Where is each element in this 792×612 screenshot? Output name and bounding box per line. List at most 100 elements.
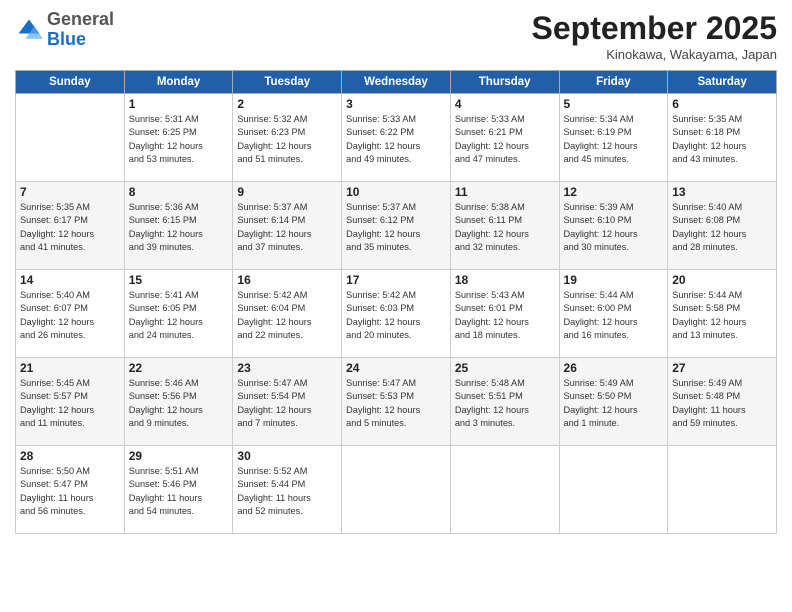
- cell-info: Sunrise: 5:42 AM Sunset: 6:03 PM Dayligh…: [346, 289, 446, 342]
- day-number: 7: [20, 185, 120, 199]
- cell-info: Sunrise: 5:41 AM Sunset: 6:05 PM Dayligh…: [129, 289, 229, 342]
- weekday-header-wednesday: Wednesday: [342, 71, 451, 94]
- cell-info: Sunrise: 5:40 AM Sunset: 6:07 PM Dayligh…: [20, 289, 120, 342]
- weekday-header-tuesday: Tuesday: [233, 71, 342, 94]
- day-number: 25: [455, 361, 555, 375]
- calendar-cell: 2Sunrise: 5:32 AM Sunset: 6:23 PM Daylig…: [233, 94, 342, 182]
- day-number: 28: [20, 449, 120, 463]
- calendar-cell: 19Sunrise: 5:44 AM Sunset: 6:00 PM Dayli…: [559, 270, 668, 358]
- day-number: 10: [346, 185, 446, 199]
- cell-info: Sunrise: 5:33 AM Sunset: 6:21 PM Dayligh…: [455, 113, 555, 166]
- calendar-cell: 13 Sunrise: 5:40 AM Sunset: 6:08 PM Dayli…: [668, 182, 777, 270]
- calendar-cell: 11Sunrise: 5:38 AM Sunset: 6:11 PM Dayli…: [450, 182, 559, 270]
- logo-general-text: General: [47, 9, 114, 29]
- calendar-week-5: 28 Sunrise: 5:50 AM Sunset: 5:47 PM Dayli…: [16, 446, 777, 534]
- weekday-header-saturday: Saturday: [668, 71, 777, 94]
- day-number: 19: [564, 273, 664, 287]
- calendar-cell: 10 Sunrise: 5:37 AM Sunset: 6:12 PM Dayli…: [342, 182, 451, 270]
- cell-info: Sunrise: 5:47 AM Sunset: 5:53 PM Dayligh…: [346, 377, 446, 430]
- calendar-cell: 9 Sunrise: 5:37 AM Sunset: 6:14 PM Daylig…: [233, 182, 342, 270]
- cell-info: Sunrise: 5:45 AM Sunset: 5:57 PM Dayligh…: [20, 377, 120, 430]
- calendar-cell: 21Sunrise: 5:45 AM Sunset: 5:57 PM Dayli…: [16, 358, 125, 446]
- day-number: 13: [672, 185, 772, 199]
- cell-info: Sunrise: 5:48 AM Sunset: 5:51 PM Dayligh…: [455, 377, 555, 430]
- cell-info: Sunrise: 5:49 AM Sunset: 5:50 PM Dayligh…: [564, 377, 664, 430]
- weekday-header-friday: Friday: [559, 71, 668, 94]
- location: Kinokawa, Wakayama, Japan: [532, 47, 777, 62]
- calendar-cell: 4 Sunrise: 5:33 AM Sunset: 6:21 PM Daylig…: [450, 94, 559, 182]
- weekday-header-thursday: Thursday: [450, 71, 559, 94]
- cell-info: Sunrise: 5:44 AM Sunset: 5:58 PM Dayligh…: [672, 289, 772, 342]
- day-number: 20: [672, 273, 772, 287]
- day-number: 23: [237, 361, 337, 375]
- day-number: 6: [672, 97, 772, 111]
- day-number: 14: [20, 273, 120, 287]
- title-block: September 2025 Kinokawa, Wakayama, Japan: [532, 10, 777, 62]
- day-number: 18: [455, 273, 555, 287]
- calendar-cell: 24 Sunrise: 5:47 AM Sunset: 5:53 PM Dayli…: [342, 358, 451, 446]
- calendar-cell: 27Sunrise: 5:49 AM Sunset: 5:48 PM Dayli…: [668, 358, 777, 446]
- day-number: 16: [237, 273, 337, 287]
- day-number: 12: [564, 185, 664, 199]
- day-number: 30: [237, 449, 337, 463]
- calendar-cell: 17 Sunrise: 5:42 AM Sunset: 6:03 PM Dayli…: [342, 270, 451, 358]
- day-number: 27: [672, 361, 772, 375]
- day-number: 17: [346, 273, 446, 287]
- cell-info: Sunrise: 5:42 AM Sunset: 6:04 PM Dayligh…: [237, 289, 337, 342]
- cell-info: Sunrise: 5:38 AM Sunset: 6:11 PM Dayligh…: [455, 201, 555, 254]
- calendar-cell: 29 Sunrise: 5:51 AM Sunset: 5:46 PM Dayli…: [124, 446, 233, 534]
- cell-info: Sunrise: 5:36 AM Sunset: 6:15 PM Dayligh…: [129, 201, 229, 254]
- cell-info: Sunrise: 5:32 AM Sunset: 6:23 PM Dayligh…: [237, 113, 337, 166]
- cell-info: Sunrise: 5:37 AM Sunset: 6:14 PM Dayligh…: [237, 201, 337, 254]
- cell-info: Sunrise: 5:51 AM Sunset: 5:46 PM Dayligh…: [129, 465, 229, 518]
- calendar-cell: 8Sunrise: 5:36 AM Sunset: 6:15 PM Daylig…: [124, 182, 233, 270]
- calendar-week-1: 1Sunrise: 5:31 AM Sunset: 6:25 PM Daylig…: [16, 94, 777, 182]
- calendar-cell: 5 Sunrise: 5:34 AM Sunset: 6:19 PM Daylig…: [559, 94, 668, 182]
- day-number: 3: [346, 97, 446, 111]
- cell-info: Sunrise: 5:43 AM Sunset: 6:01 PM Dayligh…: [455, 289, 555, 342]
- calendar-cell: 16 Sunrise: 5:42 AM Sunset: 6:04 PM Dayli…: [233, 270, 342, 358]
- cell-info: Sunrise: 5:50 AM Sunset: 5:47 PM Dayligh…: [20, 465, 120, 518]
- calendar-cell: 26 Sunrise: 5:49 AM Sunset: 5:50 PM Dayli…: [559, 358, 668, 446]
- calendar-cell: 30Sunrise: 5:52 AM Sunset: 5:44 PM Dayli…: [233, 446, 342, 534]
- weekday-header-row: SundayMondayTuesdayWednesdayThursdayFrid…: [16, 71, 777, 94]
- day-number: 9: [237, 185, 337, 199]
- calendar-cell: 18 Sunrise: 5:43 AM Sunset: 6:01 PM Dayli…: [450, 270, 559, 358]
- logo: General Blue: [15, 10, 114, 50]
- day-number: 26: [564, 361, 664, 375]
- weekday-header-sunday: Sunday: [16, 71, 125, 94]
- calendar-cell: 15 Sunrise: 5:41 AM Sunset: 6:05 PM Dayli…: [124, 270, 233, 358]
- calendar-cell: 6 Sunrise: 5:35 AM Sunset: 6:18 PM Daylig…: [668, 94, 777, 182]
- cell-info: Sunrise: 5:34 AM Sunset: 6:19 PM Dayligh…: [564, 113, 664, 166]
- cell-info: Sunrise: 5:35 AM Sunset: 6:17 PM Dayligh…: [20, 201, 120, 254]
- header: General Blue September 2025 Kinokawa, Wa…: [15, 10, 777, 62]
- day-number: 24: [346, 361, 446, 375]
- weekday-header-monday: Monday: [124, 71, 233, 94]
- calendar-cell: 25 Sunrise: 5:48 AM Sunset: 5:51 PM Dayli…: [450, 358, 559, 446]
- cell-info: Sunrise: 5:39 AM Sunset: 6:10 PM Dayligh…: [564, 201, 664, 254]
- calendar-cell: 14 Sunrise: 5:40 AM Sunset: 6:07 PM Dayli…: [16, 270, 125, 358]
- calendar-cell: 23Sunrise: 5:47 AM Sunset: 5:54 PM Dayli…: [233, 358, 342, 446]
- cell-info: Sunrise: 5:33 AM Sunset: 6:22 PM Dayligh…: [346, 113, 446, 166]
- logo-icon: [15, 16, 43, 44]
- day-number: 4: [455, 97, 555, 111]
- calendar-week-3: 14 Sunrise: 5:40 AM Sunset: 6:07 PM Dayli…: [16, 270, 777, 358]
- calendar-body: 1Sunrise: 5:31 AM Sunset: 6:25 PM Daylig…: [16, 94, 777, 534]
- calendar-cell: [450, 446, 559, 534]
- cell-info: Sunrise: 5:35 AM Sunset: 6:18 PM Dayligh…: [672, 113, 772, 166]
- day-number: 5: [564, 97, 664, 111]
- calendar-week-2: 7 Sunrise: 5:35 AM Sunset: 6:17 PM Daylig…: [16, 182, 777, 270]
- calendar-cell: 7 Sunrise: 5:35 AM Sunset: 6:17 PM Daylig…: [16, 182, 125, 270]
- calendar-table: SundayMondayTuesdayWednesdayThursdayFrid…: [15, 70, 777, 534]
- calendar-cell: 3 Sunrise: 5:33 AM Sunset: 6:22 PM Daylig…: [342, 94, 451, 182]
- calendar-cell: 28 Sunrise: 5:50 AM Sunset: 5:47 PM Dayli…: [16, 446, 125, 534]
- day-number: 22: [129, 361, 229, 375]
- cell-info: Sunrise: 5:46 AM Sunset: 5:56 PM Dayligh…: [129, 377, 229, 430]
- cell-info: Sunrise: 5:37 AM Sunset: 6:12 PM Dayligh…: [346, 201, 446, 254]
- calendar-cell: 20 Sunrise: 5:44 AM Sunset: 5:58 PM Dayli…: [668, 270, 777, 358]
- day-number: 15: [129, 273, 229, 287]
- day-number: 29: [129, 449, 229, 463]
- month-title: September 2025: [532, 10, 777, 47]
- calendar-cell: 12 Sunrise: 5:39 AM Sunset: 6:10 PM Dayli…: [559, 182, 668, 270]
- cell-info: Sunrise: 5:40 AM Sunset: 6:08 PM Dayligh…: [672, 201, 772, 254]
